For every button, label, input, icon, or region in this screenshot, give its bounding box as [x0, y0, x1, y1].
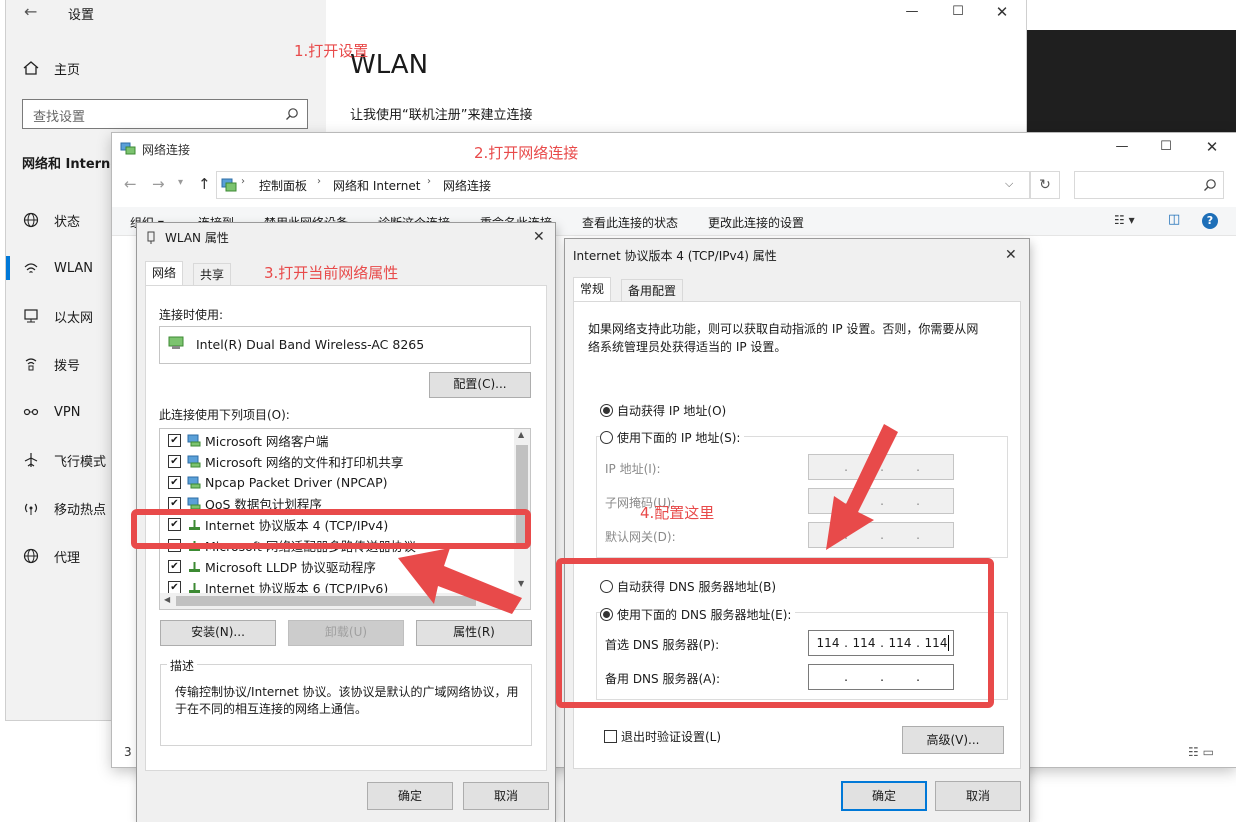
annotation-arrows — [398, 424, 898, 614]
arrow-to-dns-section — [826, 424, 898, 550]
arrow-to-ipv4-item — [398, 548, 522, 614]
